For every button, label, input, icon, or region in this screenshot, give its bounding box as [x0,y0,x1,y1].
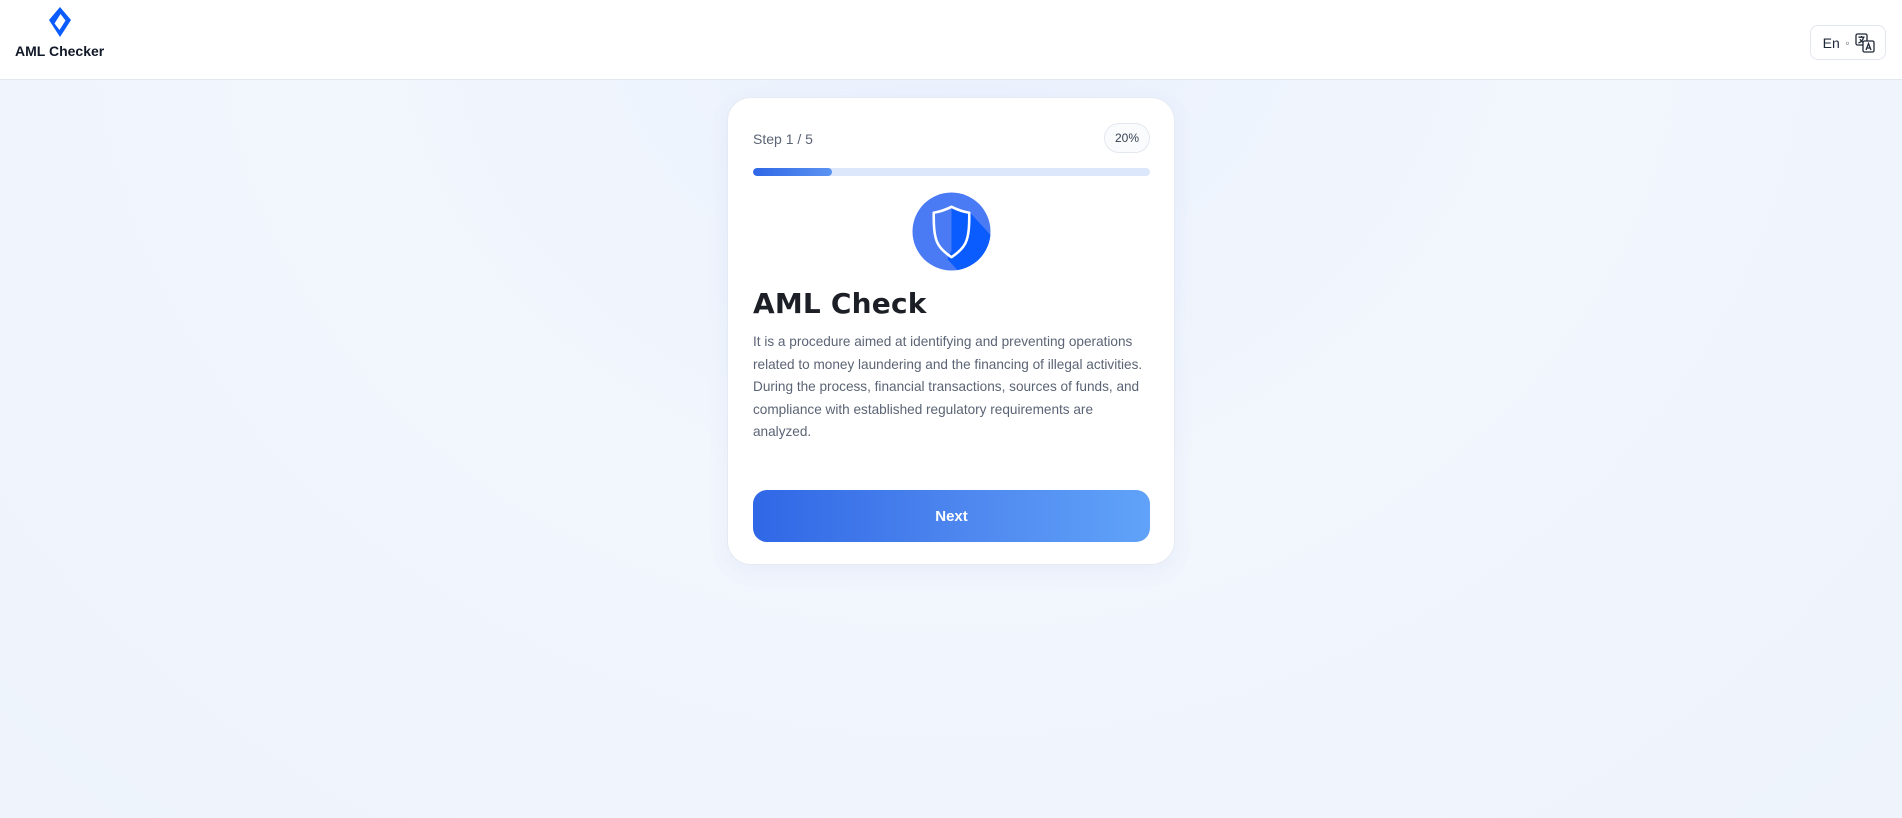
brand[interactable]: AML Checker [15,6,105,59]
translate-icon [1855,32,1875,53]
top-bar: AML Checker En ▫ [0,0,1902,80]
shield-icon [912,192,991,271]
card-title: AML Check [753,287,927,320]
brand-name: AML Checker [15,43,105,59]
card-description: It is a procedure aimed at identifying a… [753,334,1143,439]
chevron-down-icon: ▫ [1845,37,1849,48]
step-indicator: Step 1 / 5 [753,131,813,147]
language-code: En [1822,34,1840,51]
language-switcher[interactable]: En ▫ [1809,25,1886,60]
next-button[interactable]: Next [753,490,1150,542]
progress-percent-badge: 20% [1103,123,1150,153]
onboarding-card: Step 1 / 5 20% AML Check It is a procedu… [727,97,1175,565]
diamond-logo-icon [49,7,71,37]
progress-bar [753,168,1150,176]
progress-bar-fill [753,168,833,176]
